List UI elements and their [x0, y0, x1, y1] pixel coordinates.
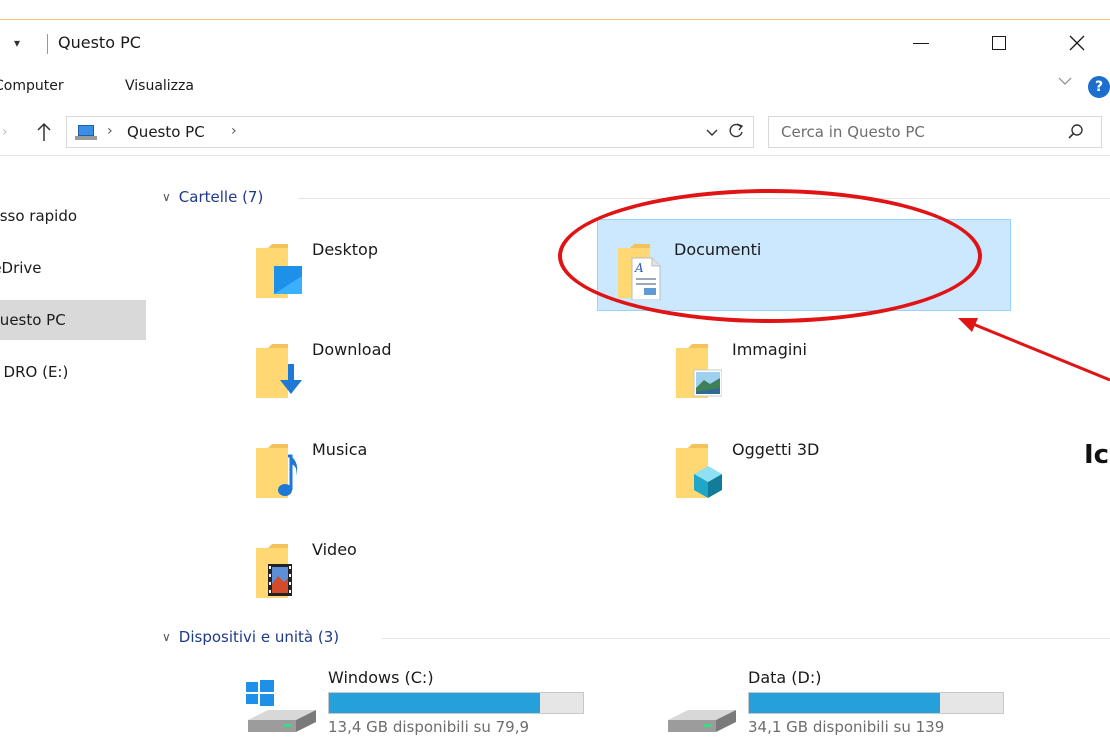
drive-label: Data (D:) [748, 668, 822, 687]
nav-item-label: Accesso rapido [0, 207, 78, 225]
nav-item-label: USB DRO (E:) [0, 363, 69, 381]
folder-oggetti-3d[interactable]: Oggetti 3D [656, 420, 1070, 512]
search-box[interactable]: Cerca in Questo PC [768, 116, 1102, 148]
annotation-label: Icona [1084, 440, 1110, 470]
help-icon[interactable]: ? [1088, 76, 1110, 98]
minimize-icon [913, 42, 929, 44]
ribbon: Computer Visualizza ? [0, 68, 1110, 106]
desktop-folder-icon [256, 244, 302, 298]
forward-arrow-icon[interactable]: › [2, 124, 8, 140]
section-divider [382, 638, 1110, 639]
folder-download[interactable]: Download [236, 320, 650, 412]
section-header-folders[interactable]: ∨ Cartelle (7) [162, 188, 263, 206]
collapse-chevron-icon[interactable]: ∨ [162, 630, 171, 644]
drive-space-info: 34,1 GB disponibili su 139 [748, 718, 945, 736]
drive-windows-c[interactable]: Windows (C:) 13,4 GB disponibili su 79,9 [246, 668, 666, 742]
search-input[interactable]: Cerca in Questo PC [781, 123, 925, 141]
folder-label: Oggetti 3D [732, 440, 820, 459]
pictures-folder-icon [676, 344, 722, 398]
music-folder-icon [256, 444, 298, 498]
hard-drive-icon [668, 710, 736, 732]
close-icon [1069, 35, 1085, 51]
downloads-folder-icon [256, 344, 302, 398]
search-icon[interactable] [1067, 123, 1085, 141]
nav-item-questo-pc[interactable]: Questo PC [0, 300, 146, 340]
title-separator [47, 34, 48, 54]
folder-label: Desktop [312, 240, 378, 259]
drive-usage-fill [329, 693, 540, 713]
window-title: Questo PC [58, 33, 141, 52]
ribbon-expand-chevron-icon[interactable] [1058, 76, 1072, 86]
nav-item-onedrive[interactable]: OneDrive [0, 248, 113, 288]
nav-item-label: Questo PC [0, 311, 66, 329]
breadcrumb-separator-icon[interactable]: › [107, 123, 113, 139]
windows-drive-icon [246, 680, 316, 732]
minimize-button[interactable] [898, 26, 944, 60]
folder-label: Immagini [732, 340, 807, 359]
annotation-ellipse [558, 189, 982, 323]
3d-objects-folder-icon [676, 444, 722, 498]
breadcrumb-questo-pc[interactable]: Questo PC [127, 123, 205, 141]
maximize-icon [992, 36, 1006, 50]
nav-item-usb-drive[interactable]: USB DRO (E:) [0, 352, 110, 392]
refresh-icon[interactable] [727, 120, 745, 142]
tab-computer[interactable]: Computer [0, 78, 64, 94]
section-title: Dispositivi e unità (3) [178, 628, 340, 646]
window-top-edge [0, 0, 1110, 20]
maximize-button[interactable] [976, 26, 1022, 60]
nav-item-accesso-rapido[interactable]: Accesso rapido [0, 196, 106, 236]
navigation-pane: Accesso rapido OneDrive Questo PC USB DR… [0, 170, 148, 742]
folder-label: Download [312, 340, 392, 359]
section-title: Cartelle (7) [178, 188, 264, 206]
drive-usage-fill [749, 693, 940, 713]
close-button[interactable] [1054, 26, 1100, 60]
videos-folder-icon [256, 544, 292, 598]
drive-data-d[interactable]: Data (D:) 34,1 GB disponibili su 139 [666, 668, 1086, 742]
tab-visualizza[interactable]: Visualizza [125, 78, 194, 94]
breadcrumb-separator-icon[interactable]: › [231, 123, 237, 139]
quick-access-dropdown-icon[interactable]: ▾ [14, 36, 20, 50]
collapse-chevron-icon[interactable]: ∨ [162, 190, 171, 204]
drive-space-info: 13,4 GB disponibili su 79,9 [328, 718, 530, 736]
title-bar: ▾ Questo PC [0, 20, 1110, 68]
computer-icon [75, 125, 97, 140]
annotation-arrow [958, 318, 1110, 382]
nav-item-label: OneDrive [0, 259, 42, 277]
folder-label: Video [312, 540, 357, 559]
address-bar[interactable]: › Questo PC › [66, 116, 754, 148]
section-header-devices[interactable]: ∨ Dispositivi e unità (3) [162, 628, 339, 646]
up-arrow-icon[interactable] [36, 122, 52, 142]
drive-usage-bar [748, 692, 1004, 714]
address-history-chevron-icon[interactable] [705, 122, 719, 142]
drive-usage-bar [328, 692, 584, 714]
address-row: › › Questo PC › Cerca in Questo PC [0, 112, 1110, 156]
folder-label: Musica [312, 440, 368, 459]
drive-label: Windows (C:) [328, 668, 434, 687]
folder-video[interactable]: Video [236, 520, 650, 612]
folder-musica[interactable]: Musica [236, 420, 650, 512]
